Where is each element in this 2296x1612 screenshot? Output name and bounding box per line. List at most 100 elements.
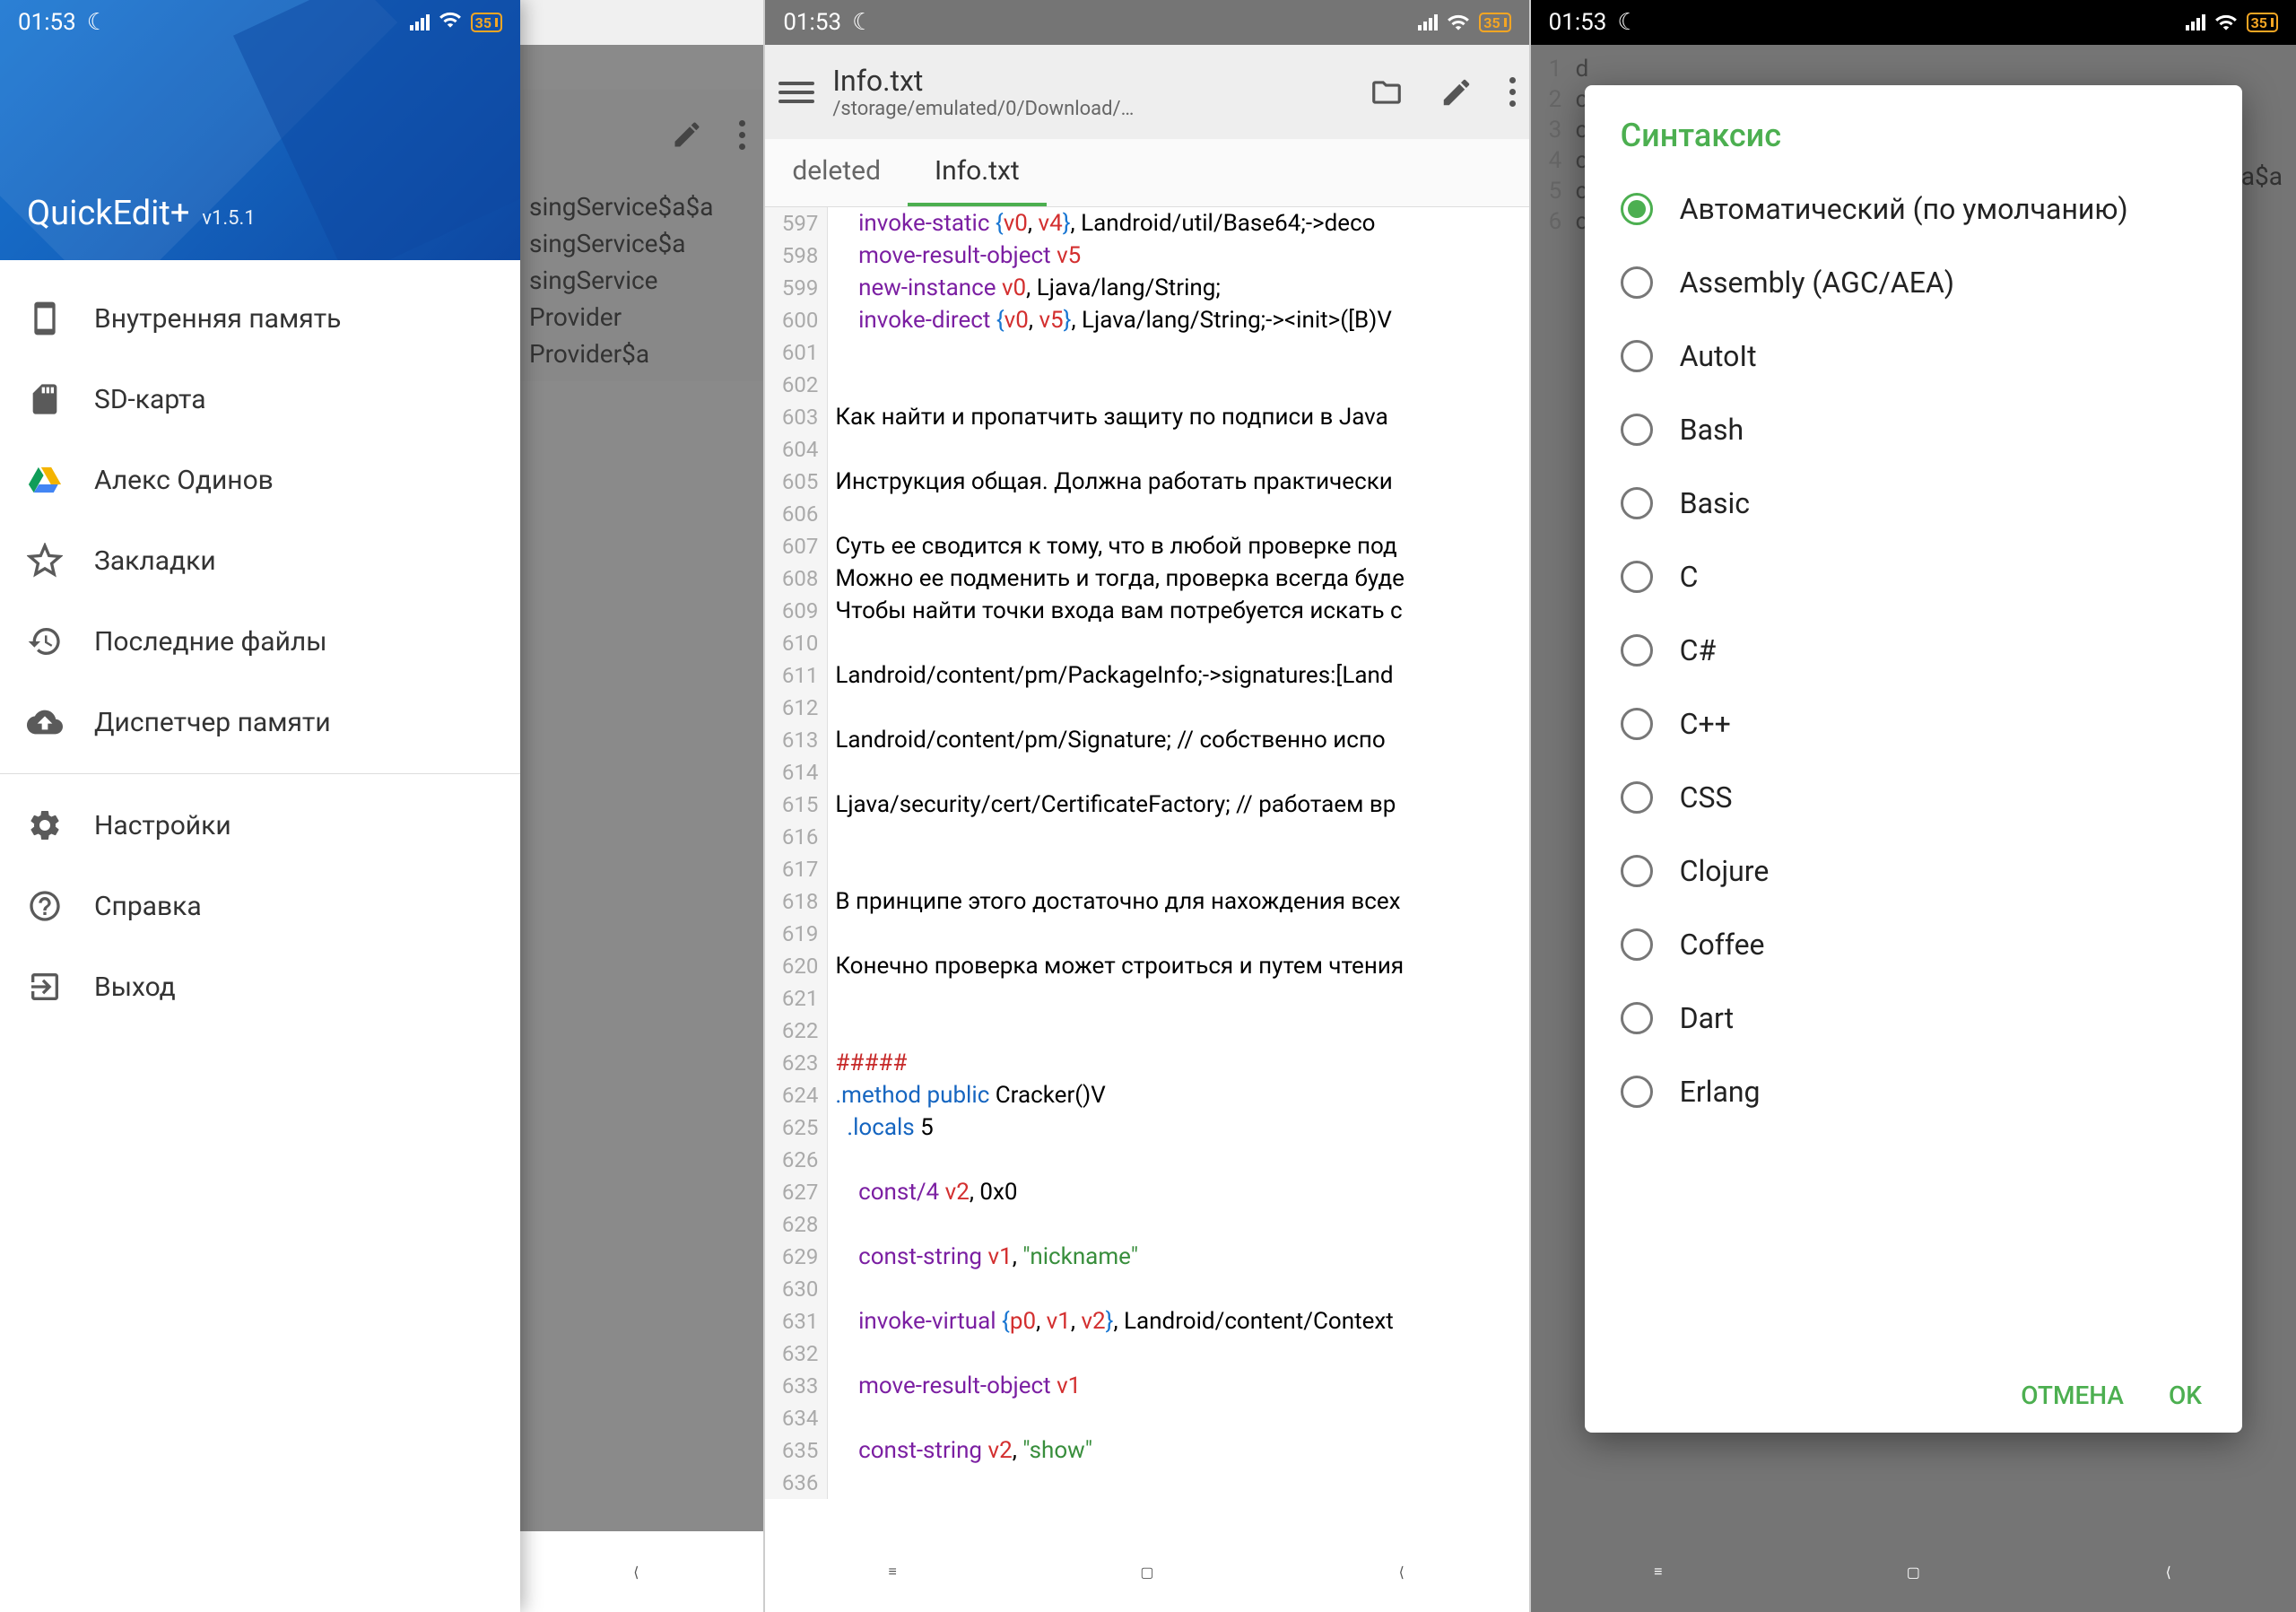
ok-button[interactable]: OK — [2169, 1381, 2202, 1410]
syntax-option[interactable]: C++ — [1585, 687, 2242, 761]
drawer-item-bookmarks[interactable]: Закладки — [0, 520, 520, 601]
code-editor[interactable]: 597 invoke-static {v0, v4}, Landroid/uti… — [765, 207, 1528, 1499]
drawer-item-exit[interactable]: Выход — [0, 946, 520, 1027]
tab-deleted[interactable]: deleted — [765, 139, 908, 206]
drawer-item-settings[interactable]: Настройки — [0, 785, 520, 866]
line-content[interactable] — [828, 1208, 1528, 1241]
code-line[interactable]: 611Landroid/content/pm/PackageInfo;->sig… — [765, 659, 1528, 692]
line-content[interactable] — [828, 692, 1528, 724]
syntax-option[interactable]: C# — [1585, 614, 2242, 687]
syntax-option[interactable]: Coffee — [1585, 908, 2242, 981]
code-line[interactable]: 613Landroid/content/pm/Signature; // соб… — [765, 724, 1528, 756]
line-content[interactable] — [828, 498, 1528, 530]
code-line[interactable]: 628 — [765, 1208, 1528, 1241]
line-content[interactable] — [828, 1402, 1528, 1434]
line-content[interactable] — [828, 336, 1528, 369]
line-content[interactable]: Ljava/security/cert/CertificateFactory; … — [828, 789, 1528, 821]
code-line[interactable]: 616 — [765, 821, 1528, 853]
code-line[interactable]: 604 — [765, 433, 1528, 466]
line-content[interactable] — [828, 433, 1528, 466]
code-line[interactable]: 630 — [765, 1273, 1528, 1305]
line-content[interactable] — [828, 1273, 1528, 1305]
code-line[interactable]: 610 — [765, 627, 1528, 659]
code-line[interactable]: 608Можно ее подменить и тогда, проверка … — [765, 562, 1528, 595]
line-content[interactable]: move-result-object v1 — [828, 1370, 1528, 1402]
syntax-option[interactable]: Dart — [1585, 981, 2242, 1055]
line-content[interactable]: В принципе этого достаточно для нахожден… — [828, 885, 1528, 918]
code-line[interactable]: 618В принципе этого достаточно для нахож… — [765, 885, 1528, 918]
recent-apps-icon[interactable]: ≡ — [1642, 1555, 1674, 1588]
line-content[interactable]: const-string v1, "nickname" — [828, 1241, 1528, 1273]
line-content[interactable] — [828, 369, 1528, 401]
syntax-option[interactable]: AutoIt — [1585, 319, 2242, 393]
line-content[interactable]: .locals 5 — [828, 1111, 1528, 1144]
code-line[interactable]: 619 — [765, 918, 1528, 950]
cancel-button[interactable]: ОТМЕНА — [2021, 1381, 2124, 1410]
line-content[interactable]: Можно ее подменить и тогда, проверка все… — [828, 562, 1528, 595]
line-content[interactable]: Landroid/content/pm/Signature; // собств… — [828, 724, 1528, 756]
syntax-option[interactable]: C — [1585, 540, 2242, 614]
recent-apps-icon[interactable]: ≡ — [876, 1555, 909, 1588]
code-line[interactable]: 603Как найти и пропатчить защиту по подп… — [765, 401, 1528, 433]
code-line[interactable]: 607Суть ее сводится к тому, что в любой … — [765, 530, 1528, 562]
code-line[interactable]: 615Ljava/security/cert/CertificateFactor… — [765, 789, 1528, 821]
drawer-item-help[interactable]: Справка — [0, 866, 520, 946]
code-line[interactable]: 623##### — [765, 1047, 1528, 1079]
line-content[interactable]: Суть ее сводится к тому, что в любой про… — [828, 530, 1528, 562]
code-line[interactable]: 629 const-string v1, "nickname" — [765, 1241, 1528, 1273]
code-line[interactable]: 600 invoke-direct {v0, v5}, Ljava/lang/S… — [765, 304, 1528, 336]
back-icon[interactable]: ⟨ — [2152, 1555, 2185, 1588]
back-icon[interactable]: ⟨ — [620, 1555, 652, 1588]
syntax-option[interactable]: CSS — [1585, 761, 2242, 834]
drawer-item-recent[interactable]: Последние файлы — [0, 601, 520, 682]
line-content[interactable]: Чтобы найти точки входа вам потребуется … — [828, 595, 1528, 627]
code-line[interactable]: 599 new-instance v0, Ljava/lang/String; — [765, 272, 1528, 304]
menu-icon[interactable] — [778, 79, 814, 106]
line-content[interactable]: invoke-virtual {p0, v1, v2}, Landroid/co… — [828, 1305, 1528, 1338]
code-line[interactable]: 621 — [765, 982, 1528, 1015]
line-content[interactable]: const-string v2, "show" — [828, 1434, 1528, 1467]
line-content[interactable]: invoke-static {v0, v4}, Landroid/util/Ba… — [828, 207, 1528, 240]
line-content[interactable]: Инструкция общая. Должна работать практи… — [828, 466, 1528, 498]
code-line[interactable]: 597 invoke-static {v0, v4}, Landroid/uti… — [765, 207, 1528, 240]
line-content[interactable]: .method public Cracker()V — [828, 1079, 1528, 1111]
drawer-item-storage-manager[interactable]: Диспетчер памяти — [0, 682, 520, 762]
line-content[interactable] — [828, 627, 1528, 659]
overflow-icon[interactable] — [1509, 77, 1516, 107]
code-line[interactable]: 626 — [765, 1144, 1528, 1176]
code-line[interactable]: 601 — [765, 336, 1528, 369]
code-line[interactable]: 620Конечно проверка может строиться и пу… — [765, 950, 1528, 982]
code-line[interactable]: 605Инструкция общая. Должна работать пра… — [765, 466, 1528, 498]
code-line[interactable]: 612 — [765, 692, 1528, 724]
syntax-option[interactable]: Basic — [1585, 466, 2242, 540]
line-content[interactable] — [828, 756, 1528, 789]
syntax-option[interactable]: Bash — [1585, 393, 2242, 466]
line-content[interactable]: const/4 v2, 0x0 — [828, 1176, 1528, 1208]
code-line[interactable]: 602 — [765, 369, 1528, 401]
syntax-option[interactable]: Assembly (AGC/AEA) — [1585, 246, 2242, 319]
syntax-option[interactable]: Clojure — [1585, 834, 2242, 908]
code-line[interactable]: 598 move-result-object v5 — [765, 240, 1528, 272]
drawer-item-internal-storage[interactable]: Внутренняя память — [0, 278, 520, 359]
edit-icon[interactable] — [1439, 75, 1474, 109]
syntax-option[interactable]: Erlang — [1585, 1055, 2242, 1128]
code-line[interactable]: 631 invoke-virtual {p0, v1, v2}, Landroi… — [765, 1305, 1528, 1338]
line-content[interactable]: Конечно проверка может строиться и путем… — [828, 950, 1528, 982]
line-content[interactable]: ##### — [828, 1047, 1528, 1079]
line-content[interactable] — [828, 1015, 1528, 1047]
line-content[interactable]: move-result-object v5 — [828, 240, 1528, 272]
code-line[interactable]: 633 move-result-object v1 — [765, 1370, 1528, 1402]
code-line[interactable]: 624.method public Cracker()V — [765, 1079, 1528, 1111]
line-content[interactable]: new-instance v0, Ljava/lang/String; — [828, 272, 1528, 304]
line-content[interactable] — [828, 1467, 1528, 1499]
line-content[interactable] — [828, 853, 1528, 885]
code-line[interactable]: 614 — [765, 756, 1528, 789]
line-content[interactable]: Как найти и пропатчить защиту по подписи… — [828, 401, 1528, 433]
home-icon[interactable]: ▢ — [1131, 1555, 1163, 1588]
code-line[interactable]: 622 — [765, 1015, 1528, 1047]
code-line[interactable]: 617 — [765, 853, 1528, 885]
line-content[interactable] — [828, 1144, 1528, 1176]
code-line[interactable]: 635 const-string v2, "show" — [765, 1434, 1528, 1467]
tab-info[interactable]: Info.txt — [908, 139, 1047, 206]
code-line[interactable]: 606 — [765, 498, 1528, 530]
